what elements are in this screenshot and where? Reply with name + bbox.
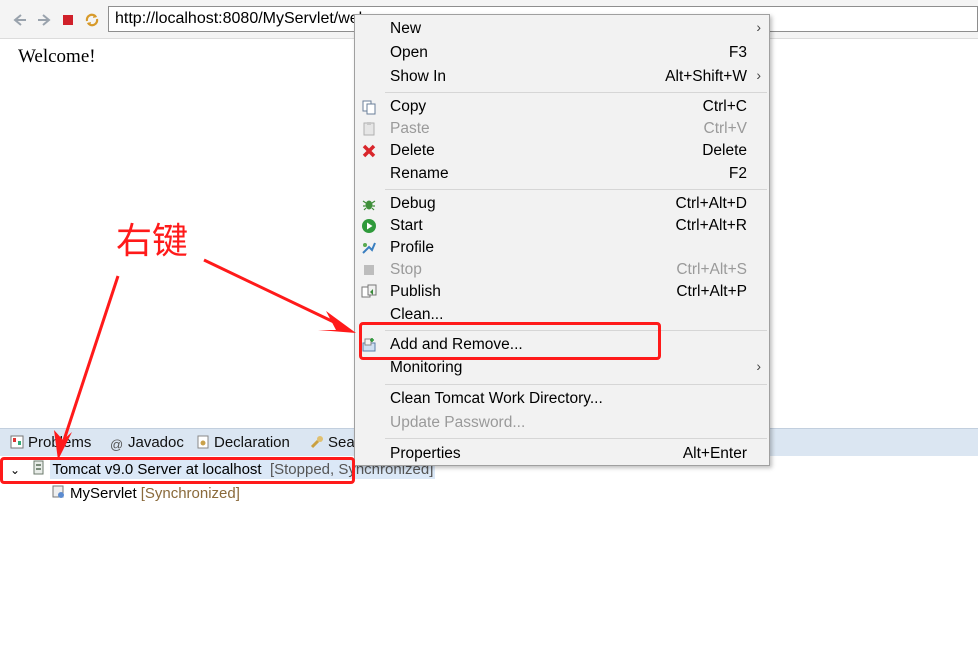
menu-item-open[interactable]: Open F3	[355, 42, 769, 64]
menu-label: Show In	[390, 68, 447, 85]
menu-item-monitoring[interactable]: Monitoring ›	[355, 357, 769, 379]
menu-item-debug[interactable]: Debug Ctrl+Alt+D	[355, 193, 769, 215]
menu-label: Stop	[390, 261, 422, 278]
chevron-right-icon: ›	[756, 358, 761, 374]
menu-accelerator: F2	[728, 165, 747, 182]
at-sign-icon: @	[110, 437, 124, 452]
welcome-text: Welcome!	[18, 46, 96, 67]
menu-label: Clean Tomcat Work Directory...	[390, 390, 603, 407]
start-icon	[362, 219, 376, 233]
profile-icon	[362, 242, 376, 254]
menu-label: Properties	[390, 445, 461, 462]
search-icon	[310, 436, 323, 449]
menu-item-new[interactable]: New ›	[355, 18, 769, 40]
menu-accelerator: Ctrl+Alt+D	[675, 195, 748, 212]
menu-accelerator: Alt+Enter	[682, 445, 747, 462]
menu-label: Update Password...	[390, 414, 526, 431]
menu-label: Rename	[390, 165, 449, 182]
menu-separator	[385, 384, 767, 385]
menu-accelerator: Ctrl+C	[702, 98, 747, 115]
menu-accelerator: Alt+Shift+W	[665, 68, 747, 85]
tab-label: Problems	[28, 434, 92, 451]
publish-icon	[361, 284, 377, 298]
menu-label: Debug	[390, 195, 436, 212]
menu-accelerator: Delete	[702, 142, 747, 159]
stop-icon[interactable]	[60, 12, 76, 28]
annotation-right-click-text: 右键	[116, 221, 189, 262]
menu-accelerator: Ctrl+Alt+S	[676, 261, 747, 278]
menu-label: Profile	[390, 239, 434, 256]
context-menu: New › Open F3 Show In Alt+Shift+W › Copy…	[354, 14, 770, 466]
menu-accelerator: Ctrl+Alt+P	[676, 283, 747, 300]
menu-separator	[385, 92, 767, 93]
servers-view: ⌄ Tomcat v9.0 Server at localhost [Stopp…	[0, 456, 978, 648]
paste-icon	[363, 122, 375, 136]
menu-accelerator: F3	[728, 44, 747, 61]
menu-item-update-password[interactable]: Update Password...	[355, 412, 769, 434]
menu-item-profile[interactable]: Profile	[355, 237, 769, 259]
back-arrow-icon[interactable]	[12, 12, 28, 28]
declaration-icon	[197, 435, 209, 449]
tab-label: Declaration	[214, 434, 290, 451]
problems-icon	[10, 435, 24, 449]
menu-item-publish[interactable]: Publish Ctrl+Alt+P	[355, 281, 769, 303]
module-status: [Synchronized]	[140, 485, 240, 502]
debug-icon	[362, 200, 376, 211]
tab-declaration[interactable]: Declaration	[196, 434, 290, 451]
menu-accelerator: Ctrl+V	[703, 120, 748, 137]
menu-label: Delete	[390, 142, 435, 159]
menu-label: New	[390, 20, 422, 37]
menu-item-copy[interactable]: Copy Ctrl+C	[355, 96, 769, 118]
menu-item-paste[interactable]: Paste Ctrl+V	[355, 118, 769, 140]
tab-problems[interactable]: Problems	[10, 434, 91, 451]
menu-item-properties[interactable]: Properties Alt+Enter	[355, 443, 769, 465]
module-name: MyServlet	[70, 485, 137, 502]
forward-arrow-icon[interactable]	[36, 12, 52, 28]
tab-label: Javadoc	[128, 434, 184, 451]
menu-label: Start	[390, 217, 423, 234]
tab-javadoc[interactable]: @ Javadoc	[110, 434, 184, 452]
module-icon	[52, 485, 64, 498]
menu-label: Monitoring	[390, 359, 463, 376]
menu-item-delete[interactable]: Delete Delete	[355, 140, 769, 162]
refresh-icon[interactable]	[84, 12, 100, 28]
menu-item-rename[interactable]: Rename F2	[355, 163, 769, 185]
annotation-box-server	[0, 457, 355, 484]
menu-accelerator: Ctrl+Alt+R	[675, 217, 748, 234]
module-tree-item[interactable]: MyServlet [Synchronized]	[52, 484, 240, 502]
menu-label: Open	[390, 44, 428, 61]
menu-item-start[interactable]: Start Ctrl+Alt+R	[355, 215, 769, 237]
menu-item-clean-tomcat-work-directory[interactable]: Clean Tomcat Work Directory...	[355, 388, 769, 410]
copy-icon	[362, 100, 376, 115]
menu-item-show-in[interactable]: Show In Alt+Shift+W ›	[355, 66, 769, 88]
menu-separator	[385, 189, 767, 190]
menu-label: Publish	[390, 283, 441, 300]
chevron-right-icon: ›	[756, 19, 761, 35]
annotation-box-add-remove	[359, 322, 661, 360]
menu-label: Copy	[390, 98, 427, 115]
delete-icon	[362, 144, 376, 158]
menu-separator	[385, 438, 767, 439]
chevron-right-icon: ›	[756, 67, 761, 83]
menu-label: Paste	[390, 120, 430, 137]
menu-item-stop[interactable]: Stop Ctrl+Alt+S	[355, 259, 769, 281]
stop-icon	[364, 265, 374, 275]
